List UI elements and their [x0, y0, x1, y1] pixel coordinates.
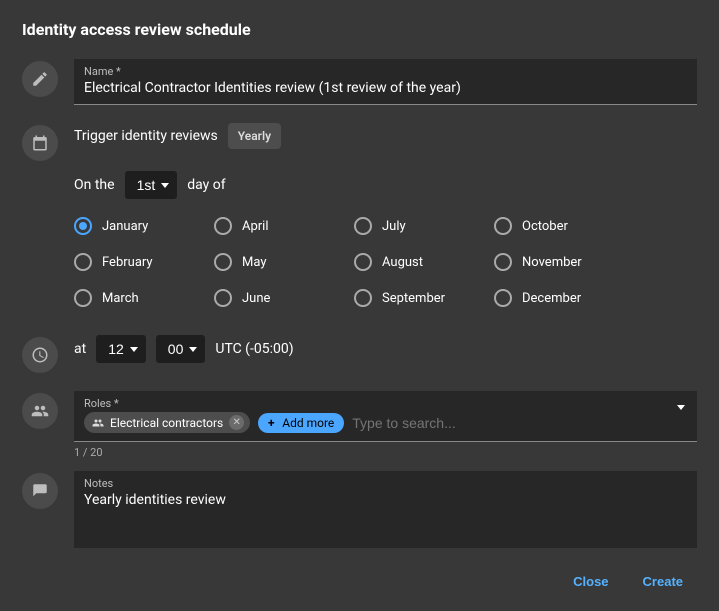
- time-content: at 12 00 UTC (-05:00): [74, 335, 697, 363]
- schedule-row: Trigger identity reviews Yearly On the 1…: [22, 123, 697, 317]
- dialog-title: Identity access review schedule: [22, 20, 697, 39]
- ordinal-select[interactable]: 1st: [125, 171, 178, 199]
- frequency-button[interactable]: Yearly: [228, 123, 281, 149]
- roles-row: Roles * Electrical contractors ✕ + Add m…: [22, 391, 697, 459]
- chevron-down-icon: [130, 347, 138, 352]
- month-radio[interactable]: December: [494, 289, 634, 307]
- radio-icon: [74, 253, 92, 271]
- month-radio[interactable]: May: [214, 253, 354, 271]
- month-radio[interactable]: March: [74, 289, 214, 307]
- radio-icon: [494, 217, 512, 235]
- month-label: December: [522, 291, 581, 306]
- dialog-footer: Close Create: [22, 566, 697, 597]
- month-radio[interactable]: August: [354, 253, 494, 271]
- month-label: February: [102, 255, 153, 270]
- name-label: Name *: [84, 65, 687, 78]
- month-radio[interactable]: April: [214, 217, 354, 235]
- timezone-text: UTC (-05:00): [215, 341, 293, 357]
- month-label: August: [382, 255, 423, 270]
- hour-select[interactable]: 12: [96, 335, 146, 363]
- month-label: June: [242, 291, 270, 306]
- month-radio[interactable]: July: [354, 217, 494, 235]
- months-grid: January April July October February May August…: [74, 217, 697, 307]
- month-label: October: [522, 219, 568, 234]
- month-label: May: [242, 255, 266, 270]
- close-button[interactable]: Close: [563, 566, 618, 597]
- schedule-content: Trigger identity reviews Yearly On the 1…: [74, 123, 697, 317]
- chip-remove-button[interactable]: ✕: [229, 415, 244, 430]
- notes-field[interactable]: Notes Yearly identities review: [74, 471, 697, 548]
- roles-label: Roles *: [84, 397, 687, 410]
- radio-icon: [74, 289, 92, 307]
- minute-value: 00: [168, 341, 184, 357]
- at-text: at: [74, 341, 86, 357]
- chevron-down-icon: [161, 183, 169, 188]
- month-radio[interactable]: June: [214, 289, 354, 307]
- roles-search-input[interactable]: [352, 415, 687, 431]
- month-label: March: [102, 291, 139, 306]
- users-icon: [22, 393, 58, 429]
- edit-icon: [22, 61, 58, 97]
- time-row: at 12 00 UTC (-05:00): [22, 335, 697, 373]
- name-field[interactable]: Name * Electrical Contractor Identities …: [74, 59, 697, 105]
- notes-row: Notes Yearly identities review: [22, 471, 697, 548]
- chevron-down-icon[interactable]: [677, 405, 685, 410]
- month-radio[interactable]: September: [354, 289, 494, 307]
- note-icon: [22, 473, 58, 509]
- radio-icon: [214, 289, 232, 307]
- add-more-label: Add more: [282, 416, 334, 430]
- name-input[interactable]: Electrical Contractor Identities review …: [84, 80, 687, 96]
- month-label: April: [242, 219, 269, 234]
- month-radio[interactable]: October: [494, 217, 634, 235]
- on-the-text: On the: [74, 177, 115, 193]
- month-radio[interactable]: November: [494, 253, 634, 271]
- name-row: Name * Electrical Contractor Identities …: [22, 59, 697, 105]
- radio-icon: [494, 253, 512, 271]
- roles-field[interactable]: Roles * Electrical contractors ✕ + Add m…: [74, 391, 697, 459]
- month-label: November: [522, 255, 582, 270]
- radio-icon: [74, 217, 92, 235]
- plus-icon: +: [264, 416, 278, 430]
- calendar-icon: [22, 125, 58, 161]
- month-label: January: [102, 219, 148, 234]
- trigger-label: Trigger identity reviews: [74, 128, 218, 144]
- radio-icon: [214, 253, 232, 271]
- radio-icon: [354, 253, 372, 271]
- add-more-button[interactable]: + Add more: [258, 413, 344, 433]
- dialog: Identity access review schedule Name * E…: [0, 0, 719, 611]
- minute-select[interactable]: 00: [156, 335, 206, 363]
- radio-icon: [354, 289, 372, 307]
- ordinal-value: 1st: [137, 177, 156, 193]
- role-chip-label: Electrical contractors: [110, 416, 223, 430]
- month-label: September: [382, 291, 445, 306]
- notes-input[interactable]: Yearly identities review: [84, 492, 687, 508]
- radio-icon: [354, 217, 372, 235]
- month-radio[interactable]: January: [74, 217, 214, 235]
- notes-label: Notes: [84, 477, 687, 490]
- clock-icon: [22, 337, 58, 373]
- create-button[interactable]: Create: [633, 566, 693, 597]
- month-radio[interactable]: February: [74, 253, 214, 271]
- radio-icon: [214, 217, 232, 235]
- chevron-down-icon: [189, 347, 197, 352]
- radio-icon: [494, 289, 512, 307]
- role-chip: Electrical contractors ✕: [84, 412, 250, 433]
- roles-counter: 1 / 20: [74, 446, 697, 459]
- hour-value: 12: [108, 341, 124, 357]
- day-of-text: day of: [187, 177, 225, 193]
- month-label: July: [382, 219, 406, 234]
- users-icon: [92, 417, 104, 429]
